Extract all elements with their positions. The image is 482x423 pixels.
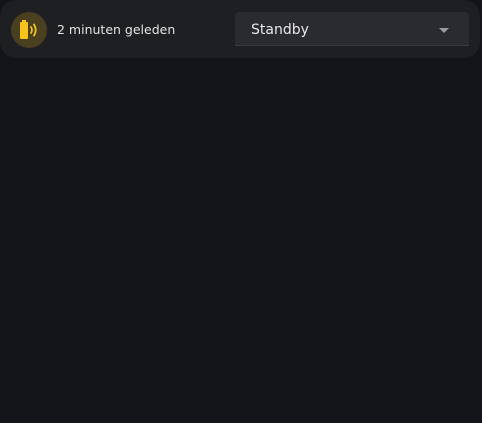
mode-select-value: Standby <box>251 22 309 38</box>
menu-down-icon[interactable] <box>439 28 449 33</box>
battery-sound-icon[interactable] <box>11 12 47 48</box>
entity-card: 2 minuten geleden Standby <box>0 0 480 58</box>
last-changed-text: 2 minuten geleden <box>57 22 176 37</box>
mode-select[interactable]: Standby <box>235 12 469 46</box>
battery-sound-icon-glyph <box>20 20 37 39</box>
